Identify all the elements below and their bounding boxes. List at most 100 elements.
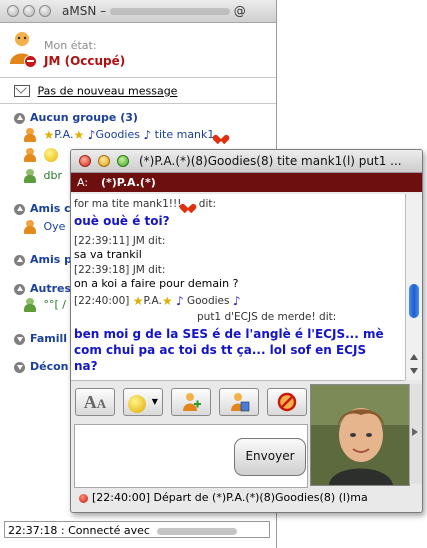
message-text-line: na?: [74, 359, 98, 373]
busy-status-icon: [24, 55, 37, 68]
group-header-deconnectes[interactable]: Décon: [14, 360, 69, 373]
minimize-window-button[interactable]: [23, 5, 35, 17]
message-text: ouè ouè é toi?: [74, 214, 170, 228]
contact-item[interactable]: ★P.A.★ ♪Goodies ♪ tite mank1: [24, 128, 228, 142]
contact-name: dbr: [43, 169, 63, 182]
group-header-famille[interactable]: Famill: [14, 332, 67, 345]
add-contact-icon: [183, 393, 201, 411]
message-header: put1 d'ECJS de merde! dit:: [197, 311, 337, 323]
contact-photo-icon: [311, 385, 409, 485]
contact-name-part: Goodies: [95, 128, 140, 141]
message-text-line: com chui pa ac toi ds tt ça... lol sof e…: [74, 343, 367, 357]
contact-name: Oye: [43, 220, 66, 233]
mail-row[interactable]: Pas de nouveau message: [14, 84, 177, 98]
group-header-autres[interactable]: Autres: [14, 282, 71, 295]
scroll-up-arrow-icon[interactable]: [410, 354, 418, 360]
star-icon: ★: [73, 128, 85, 142]
recipient-name: (*)P.A.(*): [101, 176, 156, 189]
smiley-button[interactable]: ▼: [123, 388, 163, 416]
collapse-group-icon[interactable]: [14, 203, 25, 215]
expand-group-icon[interactable]: [14, 333, 25, 345]
scrollbar-thumb[interactable]: [409, 284, 419, 318]
chat-window: (*)P.A.(*)(8)Goodies(8) tite mank1(l) pu…: [70, 149, 423, 513]
star-icon: ★: [43, 128, 55, 142]
send-button[interactable]: Envoyer: [234, 438, 306, 476]
star-icon: ★: [161, 294, 173, 308]
chat-toolbar: AA ▼: [71, 384, 309, 420]
chat-statusbar: [22:40:00] Départ de (*)P.A.(*)(8)Goodie…: [71, 488, 422, 508]
collapse-group-icon[interactable]: [14, 283, 25, 295]
close-window-button[interactable]: [7, 5, 19, 17]
main-window-title: aMSN – @: [62, 4, 246, 18]
music-note-icon: ♪: [175, 294, 184, 308]
contact-name-part: tite mank1: [154, 128, 215, 141]
contact-online-icon: [24, 148, 36, 162]
my-status-area[interactable]: Mon état: JM (Occupé): [0, 24, 276, 76]
chat-titlebar: (*)P.A.(*)(8)Goodies(8) tite mank1(l) pu…: [71, 150, 422, 173]
group-header-amis-p[interactable]: Amis p: [14, 253, 72, 266]
group-header-no-group[interactable]: Aucun groupe (3): [14, 111, 138, 124]
send-file-button[interactable]: [219, 388, 259, 416]
collapse-group-icon[interactable]: [14, 112, 25, 124]
conversation-scrollbar[interactable]: [405, 194, 422, 380]
message-header: [22:39:18] JM dit:: [74, 264, 166, 276]
smiley-icon: [43, 148, 58, 162]
message-header: [22:39:11] JM dit:: [74, 235, 166, 247]
send-file-icon: [231, 393, 250, 412]
contact-name: °°[ /: [43, 298, 67, 311]
message-text-line: ben moi g de la SES é de l'anglè é l'ECJ…: [74, 327, 384, 341]
main-titlebar: aMSN – @: [0, 0, 276, 23]
font-icon: AA: [83, 392, 107, 412]
expand-arrow-icon: [412, 428, 418, 436]
font-button[interactable]: AA: [75, 388, 115, 416]
scroll-down-arrow-icon[interactable]: [410, 368, 418, 374]
contact-item[interactable]: °°[ /: [24, 298, 66, 312]
minimize-chat-button[interactable]: [98, 155, 110, 167]
smiley-icon: [128, 395, 147, 413]
contact-item[interactable]: [24, 148, 58, 162]
contact-online-icon: [24, 128, 36, 142]
contact-item[interactable]: dbr: [24, 169, 62, 183]
chat-window-title: (*)P.A.(*)(8)Goodies(8) tite mank1(l) pu…: [139, 154, 402, 168]
status-label: Mon état:: [44, 39, 97, 52]
no-new-message-link[interactable]: Pas de nouveau message: [38, 85, 178, 98]
contact-display-picture: [310, 384, 410, 486]
contact-online-icon: [24, 220, 36, 234]
display-picture-toggle[interactable]: [409, 384, 422, 484]
heart-icon: [216, 131, 226, 140]
contact-name: P.A.: [54, 128, 74, 141]
message-text: on a koi a faire pour demain ?: [74, 277, 239, 290]
to-label: A:: [77, 176, 89, 189]
status-value[interactable]: JM (Occupé): [44, 54, 125, 68]
heart-icon: [183, 200, 193, 209]
divider: [0, 103, 276, 104]
block-button[interactable]: [267, 388, 307, 416]
contact-item[interactable]: Oye: [24, 220, 65, 234]
offline-status-icon: [79, 493, 88, 503]
zoom-chat-button[interactable]: [117, 155, 129, 167]
dropdown-arrow-icon: ▼: [151, 397, 158, 406]
blurred-email: [109, 8, 230, 15]
message-header: [22:40:00] ★P.A.★ ♪ Goodies ♪: [74, 294, 241, 308]
recipient-bar: A: (*)P.A.(*): [71, 173, 422, 192]
zoom-window-button[interactable]: [39, 5, 51, 17]
block-icon: [277, 392, 297, 412]
contact-away-icon: [24, 169, 36, 183]
expand-group-icon[interactable]: [14, 361, 25, 373]
message-header: for ma tite mank1!!! dit:: [74, 198, 217, 210]
divider: [0, 77, 276, 78]
music-note-icon: ♪: [143, 128, 152, 142]
star-icon: ★: [132, 294, 144, 308]
music-note-icon: ♪: [232, 294, 241, 308]
message-input[interactable]: Envoyer: [74, 424, 308, 488]
message-text: sa va trankil: [74, 248, 142, 261]
conversation-log[interactable]: for ma tite mank1!!! dit: ouè ouè é toi?…: [71, 194, 405, 381]
mail-icon: [14, 85, 30, 97]
blurred-email: [157, 527, 238, 535]
invite-contact-button[interactable]: [171, 388, 211, 416]
group-header-amis-co[interactable]: Amis co: [14, 202, 78, 215]
contact-away-icon: [24, 298, 36, 312]
connection-statusbar: 22:37:18 : Connecté avec: [4, 521, 270, 538]
collapse-group-icon[interactable]: [14, 254, 25, 266]
close-chat-button[interactable]: [79, 155, 91, 167]
